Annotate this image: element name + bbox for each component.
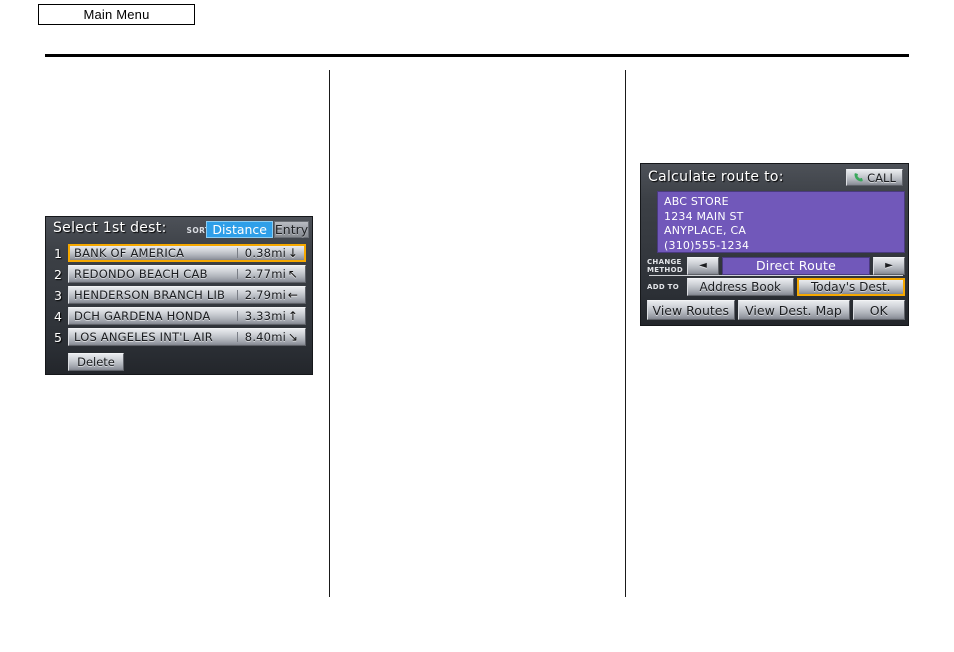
phone-handset-icon: [853, 172, 864, 183]
destination-distance: 2.79mi: [244, 288, 286, 302]
call-button-label: CALL: [867, 170, 896, 185]
sort-tab-distance[interactable]: Distance: [206, 221, 273, 238]
row-index: 2: [54, 266, 62, 282]
destination-button-3[interactable]: HENDERSON BRANCH LIB 2.79mi ←: [68, 286, 306, 304]
add-to-todays-dest-label: Today's Dest.: [811, 279, 891, 294]
call-button[interactable]: CALL: [846, 169, 903, 186]
row-separator: [237, 290, 238, 300]
list-item: 1 BANK OF AMERICA 0.38mi ↓: [54, 244, 306, 262]
list-item: 5 LOS ANGELES INT'L AIR 8.40mi ↘: [54, 328, 306, 346]
route-method-value[interactable]: Direct Route: [722, 256, 870, 275]
change-method-row: CHANGE METHOD ◄ Direct Route ►: [647, 256, 905, 275]
screen-title: Calculate route to:: [648, 169, 784, 185]
destination-button-2[interactable]: REDONDO BEACH CAB 2.77mi ↖: [68, 265, 306, 283]
destination-street: 1234 MAIN ST: [664, 209, 744, 223]
select-dest-header: Select 1st dest: SORT BY Distance Entry: [46, 217, 312, 242]
screen-title: Select 1st dest:: [53, 220, 167, 236]
arrow-down-right-icon: ↘: [287, 330, 299, 344]
destination-name: DCH GARDENA HONDA: [74, 309, 211, 323]
destination-name: REDONDO BEACH CAB: [74, 267, 208, 281]
list-item: 3 HENDERSON BRANCH LIB 2.79mi ←: [54, 286, 306, 304]
caret-left-icon: ◄: [699, 260, 707, 271]
delete-button-label: Delete: [77, 355, 115, 369]
arrow-up-icon: ↑: [287, 309, 299, 323]
add-to-row: ADD TO Address Book Today's Dest.: [647, 277, 905, 296]
destination-name: ABC STORE: [664, 195, 729, 208]
destination-name: HENDERSON BRANCH LIB: [74, 288, 226, 302]
caret-right-icon: ►: [885, 260, 893, 271]
route-method-label: Direct Route: [755, 258, 837, 273]
destination-distance: 3.33mi: [244, 309, 286, 323]
add-to-label: ADD TO: [647, 282, 680, 291]
bottom-button-row: View Routes View Dest. Map OK: [647, 300, 905, 320]
add-to-address-book-button[interactable]: Address Book: [687, 277, 794, 296]
row-divider: [649, 275, 903, 276]
change-method-label-line2: METHOD: [647, 265, 683, 274]
previous-method-button[interactable]: ◄: [687, 256, 719, 275]
destination-button-1[interactable]: BANK OF AMERICA 0.38mi ↓: [68, 244, 306, 262]
list-item: 4 DCH GARDENA HONDA 3.33mi ↑: [54, 307, 306, 325]
arrow-down-icon: ↓: [287, 246, 299, 260]
view-routes-label: View Routes: [652, 302, 729, 318]
sort-tab-distance-label: Distance: [212, 222, 267, 237]
list-item: 2 REDONDO BEACH CAB 2.77mi ↖: [54, 265, 306, 283]
change-method-label-line1: CHANGE: [647, 257, 682, 266]
select-destination-screen: Select 1st dest: SORT BY Distance Entry …: [45, 216, 313, 375]
delete-button[interactable]: Delete: [68, 353, 124, 371]
sort-tab-entry[interactable]: Entry: [274, 221, 309, 238]
calculate-route-screen: Calculate route to: CALL ABC STORE 1234 …: [640, 163, 909, 326]
view-routes-button[interactable]: View Routes: [647, 300, 735, 320]
view-dest-map-button[interactable]: View Dest. Map: [737, 300, 850, 320]
destination-city-state: ANYPLACE, CA: [664, 224, 747, 237]
view-dest-map-label: View Dest. Map: [745, 302, 842, 318]
arrow-up-left-icon: ↖: [287, 267, 299, 281]
add-to-address-book-label: Address Book: [699, 279, 781, 294]
main-menu-button[interactable]: Main Menu: [38, 4, 195, 25]
destination-name: LOS ANGELES INT'L AIR: [74, 330, 213, 344]
row-index: 5: [54, 329, 62, 345]
ok-button[interactable]: OK: [852, 300, 905, 320]
column-divider-left: [329, 70, 330, 597]
row-separator: [237, 269, 238, 279]
sort-tab-entry-label: Entry: [274, 222, 309, 237]
row-separator: [237, 248, 238, 258]
main-menu-label: Main Menu: [83, 7, 150, 22]
add-to-todays-dest-button[interactable]: Today's Dest.: [796, 277, 905, 296]
destination-distance: 8.40mi: [244, 330, 286, 344]
row-index: 1: [54, 245, 62, 261]
row-separator: [237, 332, 238, 342]
destination-phone: (310)555-1234: [664, 238, 750, 252]
destination-distance: 2.77mi: [244, 267, 286, 281]
arrow-left-icon: ←: [287, 288, 299, 302]
row-index: 3: [54, 287, 62, 303]
destination-name: BANK OF AMERICA: [74, 246, 185, 260]
column-divider-right: [625, 70, 626, 597]
row-separator: [237, 311, 238, 321]
next-method-button[interactable]: ►: [873, 256, 905, 275]
destination-info-panel: ABC STORE 1234 MAIN ST ANYPLACE, CA (310…: [657, 191, 905, 253]
destination-button-4[interactable]: DCH GARDENA HONDA 3.33mi ↑: [68, 307, 306, 325]
destination-button-5[interactable]: LOS ANGELES INT'L AIR 8.40mi ↘: [68, 328, 306, 346]
change-method-label: CHANGE METHOD: [647, 258, 687, 274]
header-divider: [45, 54, 909, 57]
ok-button-label: OK: [869, 302, 888, 318]
destination-distance: 0.38mi: [244, 246, 286, 260]
row-index: 4: [54, 308, 62, 324]
